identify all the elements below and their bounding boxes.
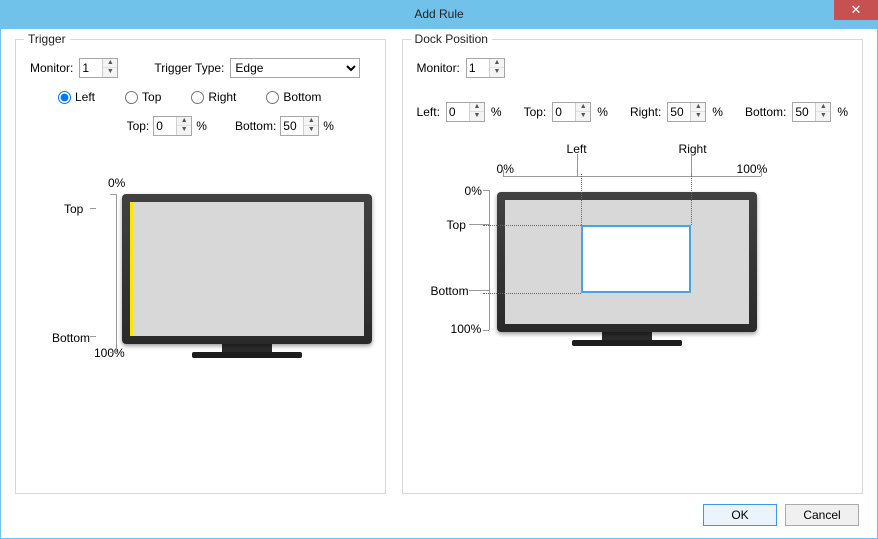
trigger-top-input[interactable] [154, 117, 176, 135]
guide-line [691, 174, 692, 225]
diag-zero-pct-v: 0% [465, 184, 482, 198]
trigger-monitor-spinner[interactable]: ▲ ▼ [79, 58, 118, 78]
spinner-buttons[interactable]: ▲ ▼ [102, 59, 117, 77]
monitor-graphic [122, 194, 372, 358]
dock-right-input[interactable] [668, 103, 690, 121]
dock-left-spinner[interactable]: ▲▼ [446, 102, 485, 122]
ruler-line-h [503, 176, 761, 177]
trigger-top-spinner[interactable]: ▲▼ [153, 116, 192, 136]
guide-line [483, 293, 581, 294]
dock-right-label: Right: [630, 105, 661, 119]
monitor-graphic [497, 192, 757, 346]
spin-up-icon[interactable]: ▲ [304, 117, 318, 126]
close-icon: ✕ [851, 2, 862, 18]
spin-up-icon[interactable]: ▲ [576, 103, 590, 112]
dock-right-spinner[interactable]: ▲▼ [667, 102, 706, 122]
trigger-bottom-label: Bottom: [235, 119, 276, 133]
cancel-button[interactable]: Cancel [785, 504, 859, 526]
trigger-monitor-label: Monitor: [30, 61, 73, 75]
spin-down-icon[interactable]: ▼ [816, 112, 830, 121]
spin-down-icon[interactable]: ▼ [576, 112, 590, 121]
trigger-monitor-input[interactable] [80, 59, 102, 77]
trigger-bottom-input[interactable] [281, 117, 303, 135]
dock-monitor-input[interactable] [467, 59, 489, 77]
spin-up-icon[interactable]: ▲ [470, 103, 484, 112]
diag-hundred-pct: 100% [94, 346, 125, 360]
dock-group-label: Dock Position [411, 32, 492, 46]
dock-bottom-spinner[interactable]: ▲▼ [792, 102, 831, 122]
dock-rect-preview [581, 225, 691, 293]
trigger-radio-right[interactable]: Right [191, 90, 236, 104]
trigger-diagram: 0% Top Bottom 100% [30, 176, 371, 406]
dock-group: Dock Position Monitor: ▲▼ Left: ▲▼ % Top… [402, 39, 863, 494]
spin-up-icon[interactable]: ▲ [490, 59, 504, 68]
trigger-radio-top[interactable]: Top [125, 90, 161, 104]
ruler-line [116, 194, 117, 352]
spin-down-icon[interactable]: ▼ [470, 112, 484, 121]
pct-label: % [323, 119, 334, 133]
spin-down-icon[interactable]: ▼ [490, 68, 504, 77]
dialog-footer: OK Cancel [15, 494, 863, 528]
diag-bottom-label: Bottom [431, 284, 469, 298]
ruler-line-v [489, 190, 490, 330]
spin-up-icon[interactable]: ▲ [691, 103, 705, 112]
diag-hundred-pct-v: 100% [451, 322, 482, 336]
trigger-group-label: Trigger [24, 32, 70, 46]
diag-hundred-pct-h: 100% [737, 162, 768, 176]
spin-up-icon[interactable]: ▲ [177, 117, 191, 126]
trigger-radio-bottom[interactable]: Bottom [266, 90, 321, 104]
spin-up-icon[interactable]: ▲ [816, 103, 830, 112]
window-body: Trigger Monitor: ▲ ▼ Trigger Type: Edge … [0, 28, 878, 539]
dock-left-input[interactable] [447, 103, 469, 121]
spin-up-icon[interactable]: ▲ [103, 59, 117, 68]
window-title: Add Rule [414, 7, 463, 21]
guide-line [581, 174, 582, 225]
trigger-radio-left[interactable]: Left [58, 90, 95, 104]
guide-line [483, 225, 581, 226]
trigger-top-label: Top: [127, 119, 150, 133]
close-button[interactable]: ✕ [834, 0, 878, 20]
dock-left-label: Left: [417, 105, 440, 119]
ok-button[interactable]: OK [703, 504, 777, 526]
pct-label: % [196, 119, 207, 133]
trigger-type-label: Trigger Type: [154, 61, 224, 75]
diag-right-label: Right [679, 142, 707, 156]
titlebar: Add Rule ✕ [0, 0, 878, 28]
dock-monitor-spinner[interactable]: ▲▼ [466, 58, 505, 78]
dock-monitor-label: Monitor: [417, 61, 460, 75]
dock-diagram: Left Right 0% 100% 0% Top Bottom 100% [417, 182, 848, 412]
diag-top-label: Top [64, 202, 83, 216]
dock-top-spinner[interactable]: ▲▼ [552, 102, 591, 122]
diag-zero-pct-h: 0% [497, 162, 514, 176]
diag-bottom-label: Bottom [52, 331, 90, 345]
trigger-bottom-spinner[interactable]: ▲▼ [280, 116, 319, 136]
spin-down-icon[interactable]: ▼ [691, 112, 705, 121]
trigger-group: Trigger Monitor: ▲ ▼ Trigger Type: Edge … [15, 39, 386, 494]
spin-down-icon[interactable]: ▼ [304, 126, 318, 135]
diag-zero-pct: 0% [108, 176, 125, 190]
trigger-edge-highlight [130, 202, 133, 336]
spin-down-icon[interactable]: ▼ [103, 68, 117, 77]
dock-top-input[interactable] [553, 103, 575, 121]
trigger-type-select[interactable]: Edge [230, 58, 360, 78]
dock-bottom-input[interactable] [793, 103, 815, 121]
spin-down-icon[interactable]: ▼ [177, 126, 191, 135]
dock-bottom-label: Bottom: [745, 105, 786, 119]
diag-top-label: Top [447, 218, 466, 232]
dock-top-label: Top: [524, 105, 547, 119]
